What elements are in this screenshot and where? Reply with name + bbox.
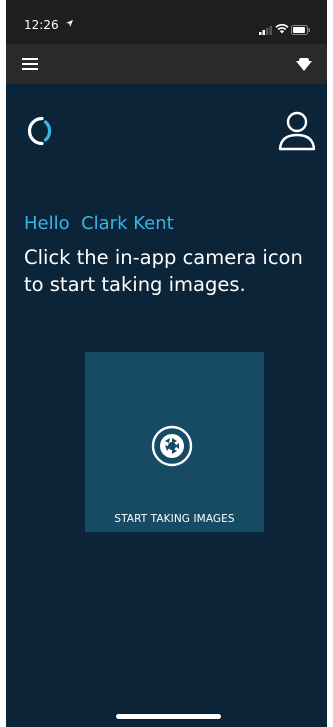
camera-shutter-icon: [150, 424, 194, 468]
start-taking-images-label: START TAKING IMAGES: [114, 513, 235, 525]
dropdown-icon[interactable]: [295, 56, 313, 71]
start-taking-images-button[interactable]: START TAKING IMAGES: [85, 352, 264, 532]
location-arrow-icon: [65, 19, 74, 31]
app-screen: 12:26 Hello Clark Kent Click the in-app …: [6, 0, 327, 727]
greeting-text: Hello Clark Kent: [24, 213, 174, 234]
signal-icon: [259, 20, 273, 39]
status-bar: 12:26: [6, 0, 327, 44]
app-logo-icon: [22, 114, 56, 148]
top-toolbar: [6, 44, 327, 84]
battery-icon: [291, 20, 311, 39]
profile-icon[interactable]: [277, 110, 317, 152]
status-indicators: [255, 18, 315, 35]
instructions-text: Click the in-app camera icon to start ta…: [24, 246, 303, 296]
menu-icon[interactable]: [22, 56, 40, 72]
status-time: 12:26: [24, 18, 59, 32]
wifi-icon: [275, 19, 289, 38]
home-indicator[interactable]: [116, 714, 221, 719]
